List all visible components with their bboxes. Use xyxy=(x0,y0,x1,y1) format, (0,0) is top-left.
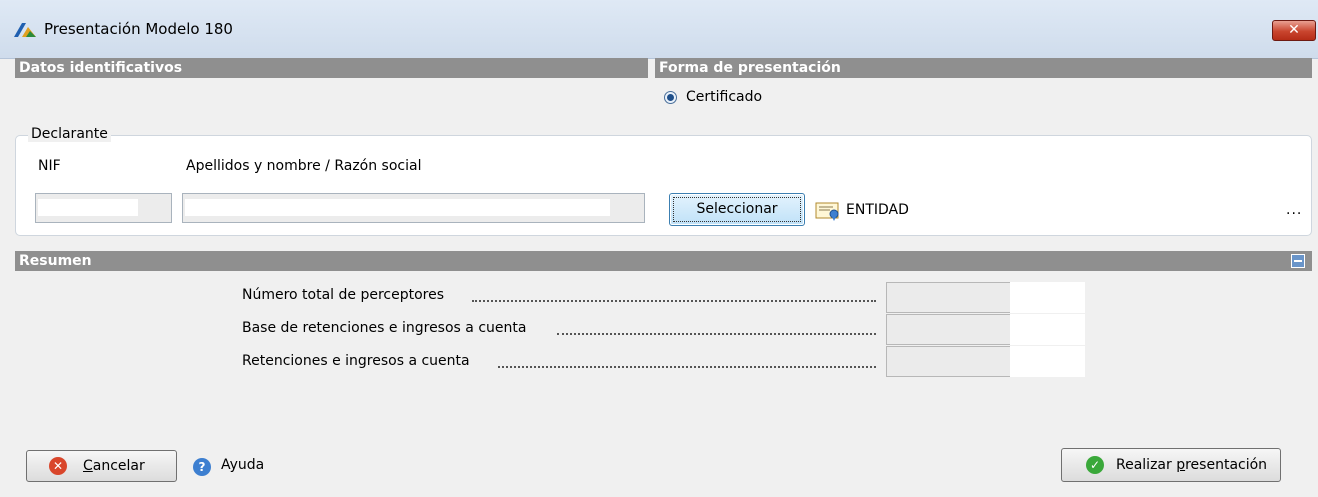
section-forma-presentacion: Forma de presentación xyxy=(655,58,1312,78)
cancel-icon: ✕ xyxy=(49,457,67,475)
resumen-label-retenciones: Retenciones e ingresos a cuenta xyxy=(242,353,470,369)
dotted-leader xyxy=(498,366,876,368)
name-field[interactable] xyxy=(182,193,645,223)
check-icon: ✓ xyxy=(1086,456,1104,474)
base-field xyxy=(886,314,1085,345)
perceptores-field xyxy=(886,282,1085,313)
section-resumen: Resumen xyxy=(15,251,1312,271)
retenciones-field xyxy=(886,346,1085,377)
collapse-icon[interactable] xyxy=(1291,254,1305,268)
nif-field[interactable] xyxy=(35,193,172,223)
nif-label: NIF xyxy=(38,158,61,174)
close-button[interactable]: ✕ xyxy=(1272,20,1316,41)
seleccionar-button[interactable]: Seleccionar xyxy=(669,193,805,226)
dotted-leader xyxy=(557,333,876,335)
aeat-logo-icon xyxy=(14,23,36,37)
seleccionar-label: Seleccionar xyxy=(673,197,801,222)
dotted-leader xyxy=(472,300,876,302)
section-datos-identificativos: Datos identificativos xyxy=(15,58,648,78)
resumen-label-base: Base de retenciones e ingresos a cuenta xyxy=(242,320,527,336)
help-icon[interactable]: ? xyxy=(193,458,211,476)
realizar-presentacion-button[interactable]: ✓ Realizar presentación xyxy=(1061,448,1281,482)
more-button[interactable]: ... xyxy=(1286,202,1302,218)
entidad-text: ENTIDAD xyxy=(846,202,909,218)
resumen-label-perceptores: Número total de perceptores xyxy=(242,287,445,303)
certificado-radio[interactable] xyxy=(664,91,677,104)
help-link[interactable]: Ayuda xyxy=(221,457,264,473)
title-bar: Presentación Modelo 180 ✕ xyxy=(0,0,1318,59)
declarante-legend: Declarante xyxy=(28,126,111,142)
cancel-label: Cancelar xyxy=(83,458,145,474)
certificate-icon xyxy=(815,202,839,221)
submit-label: Realizar presentación xyxy=(1116,457,1268,473)
cancel-button[interactable]: ✕ Cancelar xyxy=(26,450,177,482)
certificado-label: Certificado xyxy=(686,89,763,105)
window-title: Presentación Modelo 180 xyxy=(44,20,233,38)
close-icon: ✕ xyxy=(1288,22,1300,38)
name-label: Apellidos y nombre / Razón social xyxy=(186,158,422,174)
